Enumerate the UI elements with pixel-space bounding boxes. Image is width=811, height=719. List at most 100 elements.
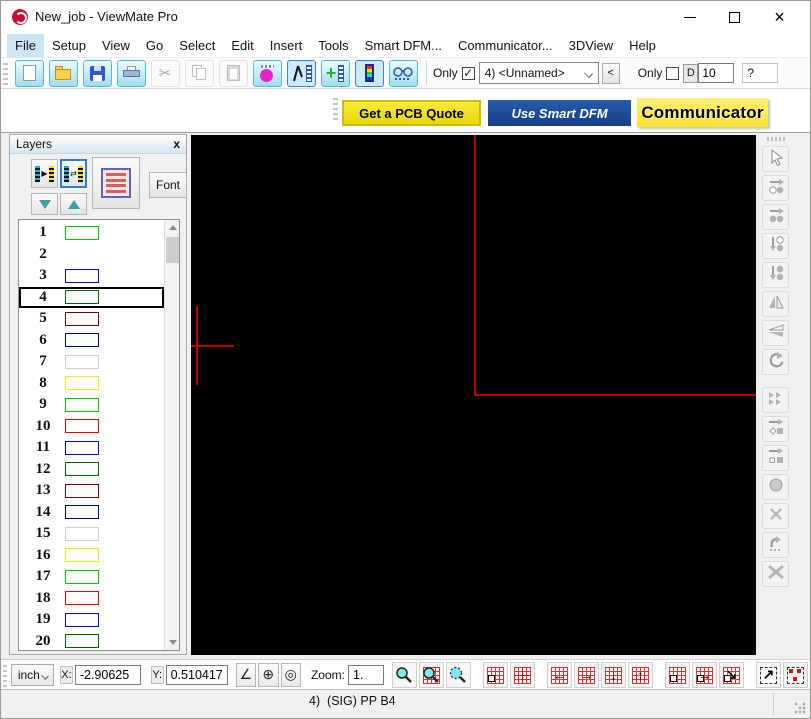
promo-grip[interactable] [333, 96, 338, 120]
menu-item-3dview[interactable]: 3DView [561, 34, 622, 57]
move-item-button[interactable] [762, 175, 789, 201]
dcode-button[interactable]: D [683, 63, 699, 83]
layer-row-4[interactable]: 4 [19, 286, 164, 308]
pcb-canvas[interactable] [191, 135, 756, 655]
active-layer-dropdown[interactable]: 4) <Unnamed> [478, 62, 599, 84]
layer-color-swatch[interactable] [65, 548, 99, 563]
layer-row-5[interactable]: 5 [19, 308, 164, 330]
open-file-button[interactable] [48, 59, 78, 87]
layer-row-14[interactable]: 14 [19, 502, 164, 524]
layer-color-swatch[interactable] [65, 225, 99, 240]
layer-row-10[interactable]: 10 [19, 416, 164, 438]
layer-row-11[interactable]: 11 [19, 437, 164, 459]
pcb-quote-button[interactable]: Get a PCB Quote [342, 100, 481, 126]
cut-button[interactable]: ✂ [150, 59, 180, 87]
angle-mode-button[interactable]: ∠ [235, 662, 257, 687]
layer-color-swatch[interactable] [65, 354, 99, 369]
layer-stack-button[interactable] [92, 157, 140, 209]
layer-colors-button[interactable] [354, 59, 384, 87]
layer-color-swatch[interactable] [65, 290, 99, 305]
layer-row-17[interactable]: 17 [19, 566, 164, 588]
scroll-down-icon[interactable] [165, 635, 179, 650]
layer-row-9[interactable]: 9 [19, 394, 164, 416]
paste-button[interactable] [218, 59, 248, 87]
layer-row-1[interactable]: 1 [19, 222, 164, 244]
layer-row-6[interactable]: 6 [19, 330, 164, 352]
dcode-input[interactable] [698, 63, 735, 83]
layer-row-19[interactable]: 19 [19, 609, 164, 631]
layer-row-2[interactable]: 2 [19, 244, 164, 266]
menu-item-insert[interactable]: Insert [262, 34, 311, 57]
move-to-frame-button[interactable] [762, 416, 789, 442]
zoom-tool-button[interactable] [391, 661, 417, 688]
minimize-button[interactable] [667, 1, 712, 33]
x-coordinate-input[interactable] [74, 664, 141, 685]
layer-list-scrollbar[interactable] [164, 220, 179, 650]
toolbar-grip[interactable] [3, 61, 8, 85]
communicator-button[interactable]: Communicator [637, 98, 768, 127]
print-button[interactable] [116, 59, 146, 87]
select-window-button[interactable]: ↗ [755, 661, 781, 688]
step-repeat-button[interactable] [762, 387, 789, 413]
browse-view-button[interactable] [388, 59, 418, 87]
rotate-button[interactable] [762, 349, 789, 375]
layer-color-swatch[interactable] [65, 634, 99, 649]
layer-color-swatch[interactable] [65, 440, 99, 455]
copy-button[interactable] [184, 59, 214, 87]
menu-item-communicator[interactable]: Communicator... [450, 34, 561, 57]
only-dcode-checkbox[interactable] [666, 66, 680, 80]
maximize-button[interactable] [712, 1, 757, 33]
close-button[interactable]: × [757, 1, 802, 33]
layer-row-18[interactable]: 18 [19, 588, 164, 610]
pan-left-button[interactable]: ← [546, 661, 572, 688]
measure-button[interactable] [286, 59, 316, 87]
menu-item-go[interactable]: Go [138, 34, 171, 57]
menu-item-select[interactable]: Select [171, 34, 223, 57]
bottom-toolbar-grip[interactable] [3, 662, 7, 687]
undo-rotate-button[interactable] [762, 532, 789, 558]
layer-color-swatch[interactable] [65, 483, 99, 498]
view-frame-button[interactable] [482, 661, 508, 688]
layer-color-swatch[interactable] [65, 397, 99, 412]
scroll-up-icon[interactable] [165, 220, 179, 235]
layer-color-swatch[interactable] [65, 333, 99, 348]
drop-pad-outline-button[interactable] [762, 233, 789, 259]
zoom-frame-corner-button[interactable] [664, 661, 690, 688]
layer-row-8[interactable]: 8 [19, 373, 164, 395]
layer-color-swatch[interactable] [65, 268, 99, 283]
menu-item-file[interactable]: File [7, 33, 44, 57]
resize-frame-button[interactable] [762, 445, 789, 471]
layer-color-swatch[interactable] [65, 419, 99, 434]
layer-color-swatch[interactable] [65, 569, 99, 584]
menu-item-setup[interactable]: Setup [44, 34, 94, 57]
save-file-button[interactable] [82, 59, 112, 87]
crop-view-frame-button[interactable]: ↘ [718, 661, 744, 688]
layer-row-15[interactable]: 15 [19, 523, 164, 545]
new-file-button[interactable] [14, 59, 44, 87]
menu-item-view[interactable]: View [94, 34, 138, 57]
layer-row-12[interactable]: 12 [19, 459, 164, 481]
layer-color-swatch[interactable] [65, 376, 99, 391]
highlight-items-button[interactable] [782, 661, 808, 688]
swap-layers-button[interactable]: ⇄ [60, 159, 87, 188]
select-arrow-button[interactable] [762, 146, 789, 172]
layer-color-swatch[interactable] [65, 462, 99, 477]
smart-dfm-button[interactable]: Use Smart DFM [488, 100, 631, 126]
layer-row-3[interactable]: 3 [19, 265, 164, 287]
zoom-selection-button[interactable] [445, 661, 471, 688]
y-coordinate-input[interactable] [165, 664, 228, 685]
layer-row-13[interactable]: 13 [19, 480, 164, 502]
scrollbar-thumb[interactable] [166, 237, 179, 263]
origin-target-button[interactable]: ⊕ [258, 662, 279, 687]
previous-layer-button[interactable]: < [601, 62, 620, 84]
menu-item-tools[interactable]: Tools [310, 34, 356, 57]
mirror-button[interactable] [762, 291, 789, 317]
flip-button[interactable] [762, 320, 789, 346]
drop-pad-filled-button[interactable] [762, 262, 789, 288]
add-layer-button[interactable]: + [320, 59, 350, 87]
only-active-checkbox[interactable]: ✓ [461, 66, 475, 80]
layers-panel-header[interactable]: Layers x [10, 135, 186, 154]
layer-color-swatch[interactable] [65, 505, 99, 520]
font-button[interactable]: Font [149, 172, 187, 198]
move-view-frame-button[interactable]: → [691, 661, 717, 688]
